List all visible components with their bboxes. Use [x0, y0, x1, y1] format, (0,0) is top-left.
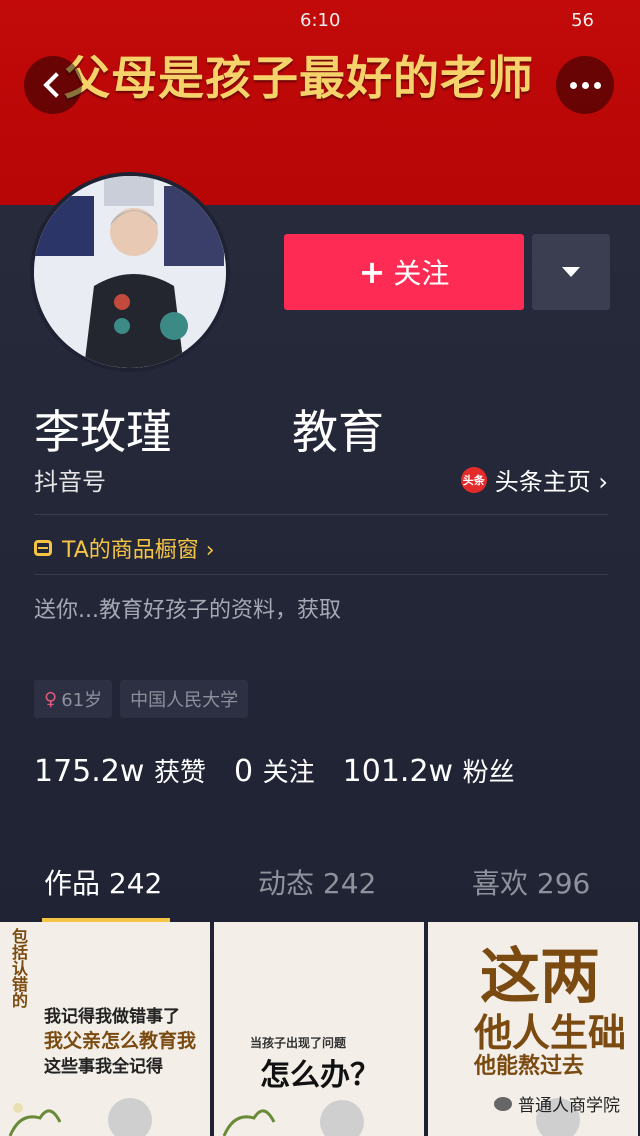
recommend-dropdown-button[interactable] [532, 234, 610, 310]
profile-name-start: 李玫瑾 [34, 405, 172, 459]
video-thumbnail-1[interactable]: 包括认错的 我记得我做错事了 我父亲怎么教育我 这些事我全记得 [0, 922, 210, 1136]
profile-name: 李玫瑾 教育 [34, 396, 384, 462]
thumb-portrait [222, 1100, 364, 1136]
female-icon: ♀ [44, 688, 58, 710]
video-thumbnail-3[interactable]: 这两 他人生础 他能熬过去 普通人商学院 [428, 922, 638, 1136]
age-tag-label: 61岁 [61, 690, 103, 711]
profile-tabs: 作品 242 动态 242 喜欢 296 [0, 862, 640, 922]
stat-likes: 175.2w 获赞 [34, 754, 206, 789]
chevron-left-icon [43, 72, 69, 98]
school-tag[interactable]: 中国人民大学 [120, 680, 249, 718]
douyin-id: 抖音号 [34, 468, 106, 496]
stat-followers[interactable]: 101.2w 粉丝 [343, 752, 515, 789]
video-thumbnail-2[interactable]: 当孩子出现了问题 怎么办？ [214, 922, 424, 1136]
shop-label: TA的商品橱窗 › [62, 538, 215, 563]
shop-icon [34, 540, 52, 556]
toutiao-icon: 头条 [460, 466, 487, 493]
battery-level: 56 [571, 10, 594, 31]
toutiao-homepage-link[interactable]: 头条 头条主页 › [460, 462, 608, 497]
tab-works[interactable]: 作品 242 [44, 862, 162, 902]
caret-down-icon [562, 267, 580, 277]
back-button[interactable] [24, 56, 82, 114]
follow-label: 关注 [393, 257, 450, 290]
tab-likes[interactable]: 喜欢 296 [472, 862, 590, 902]
profile-stats: 175.2w 获赞 0 关注 101.2w 粉丝 [34, 752, 515, 789]
school-tag-label: 中国人民大学 [130, 690, 239, 711]
age-tag: ♀ 61岁 [34, 680, 113, 718]
profile-name-end: 教育 [292, 405, 384, 459]
divider [34, 574, 608, 575]
watermark-label: 普通人商学院 [518, 1096, 620, 1116]
tab-dynamic[interactable]: 动态 242 [258, 862, 376, 902]
thumb-portrait [8, 1098, 152, 1136]
banner-title: 父母是孩子最好的老师 [64, 51, 534, 105]
avatar-photo [34, 176, 226, 368]
video-grid: 包括认错的 我记得我做错事了 我父亲怎么教育我 这些事我全记得 当孩子出现了问题… [0, 922, 640, 1136]
product-showcase-link[interactable]: TA的商品橱窗 › [34, 532, 215, 564]
status-bar: 6:10 56 [0, 0, 640, 40]
follow-button[interactable]: + 关注 [284, 234, 524, 310]
plus-icon: + [358, 253, 386, 291]
watermark: 普通人商学院 [494, 1091, 620, 1116]
stat-following[interactable]: 0 关注 [234, 752, 315, 789]
toutiao-link-label: 头条主页 › [494, 468, 608, 496]
profile-bio: 送你...教育好孩子的资料，获取 [34, 598, 341, 623]
wechat-icon [494, 1096, 512, 1111]
status-time: 6:10 [300, 10, 341, 31]
more-icon [569, 81, 601, 89]
profile-tags: ♀ 61岁 中国人民大学 [34, 680, 249, 718]
more-button[interactable] [556, 56, 614, 114]
avatar[interactable] [30, 172, 230, 372]
divider [34, 514, 608, 515]
